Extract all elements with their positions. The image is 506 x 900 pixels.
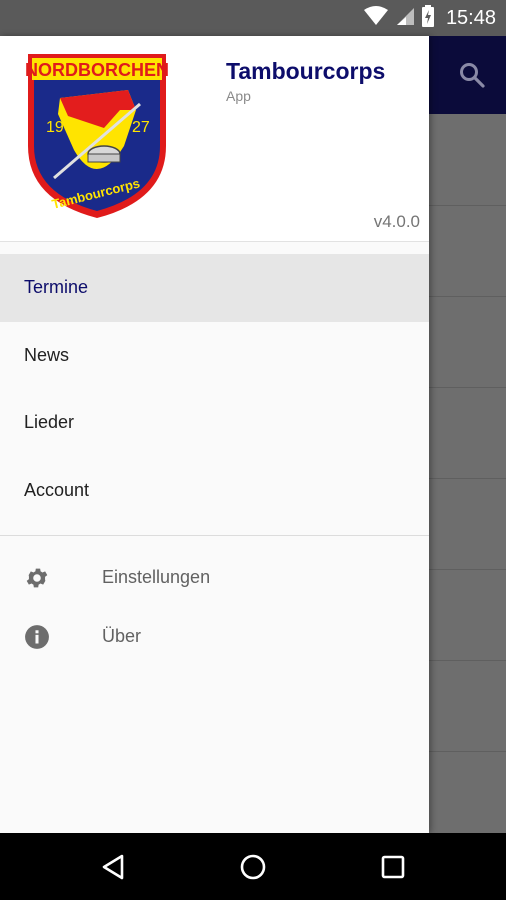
recents-icon[interactable] xyxy=(377,851,409,883)
list-divider xyxy=(429,478,506,479)
menu-item-label: Einstellungen xyxy=(102,567,211,587)
app-title: Tambourcorps xyxy=(226,58,386,84)
search-icon[interactable] xyxy=(458,61,486,89)
back-icon[interactable] xyxy=(98,851,130,883)
status-bar: 15:48 xyxy=(0,0,506,36)
system-nav-bar xyxy=(0,833,506,900)
secondary-menu: Einstellungen Über xyxy=(0,548,429,666)
menu-item-label: Über xyxy=(102,626,142,646)
menu-item-label: News xyxy=(24,344,70,365)
list-divider xyxy=(429,205,506,206)
menu-item-lieder[interactable]: Lieder xyxy=(0,389,429,457)
screen: 15:48 NORDBORCHEN 19 27 Tambourcorps Tam… xyxy=(0,0,506,900)
navigation-drawer: NORDBORCHEN 19 27 Tambourcorps Tambourco… xyxy=(0,36,429,833)
logo-year-right: 27 xyxy=(132,119,150,136)
menu-item-label: Lieder xyxy=(24,412,75,433)
menu-item-einstellungen[interactable]: Einstellungen xyxy=(0,548,429,607)
menu-item-ueber[interactable]: Über xyxy=(0,607,429,666)
menu-divider xyxy=(0,535,429,536)
wifi-icon xyxy=(363,5,388,31)
logo-year-left: 19 xyxy=(46,119,64,136)
menu-item-termine[interactable]: Termine xyxy=(0,254,429,322)
battery-icon xyxy=(421,4,434,32)
signal-icon xyxy=(396,6,414,31)
list-divider xyxy=(429,296,506,297)
logo-top-text: NORDBORCHEN xyxy=(25,60,169,80)
menu-item-label: Account xyxy=(24,479,90,500)
home-icon[interactable] xyxy=(237,851,269,883)
club-logo: NORDBORCHEN 19 27 Tambourcorps xyxy=(24,50,170,222)
drawer-header: NORDBORCHEN 19 27 Tambourcorps Tambourco… xyxy=(0,36,429,242)
app-version: v4.0.0 xyxy=(373,212,420,231)
menu-item-label: Termine xyxy=(24,277,89,298)
menu-item-news[interactable]: News xyxy=(0,322,429,390)
info-icon xyxy=(24,624,50,650)
menu-item-account[interactable]: Account xyxy=(0,457,429,525)
list-divider xyxy=(429,569,506,570)
status-icons: 15:48 xyxy=(363,4,496,32)
list-divider xyxy=(429,387,506,388)
app-subtitle: App xyxy=(226,88,251,104)
status-time: 15:48 xyxy=(445,6,496,29)
list-divider xyxy=(429,751,506,752)
drawer-menu: Termine News Lieder Account xyxy=(0,254,429,524)
gear-icon xyxy=(24,565,50,591)
list-divider xyxy=(429,660,506,661)
